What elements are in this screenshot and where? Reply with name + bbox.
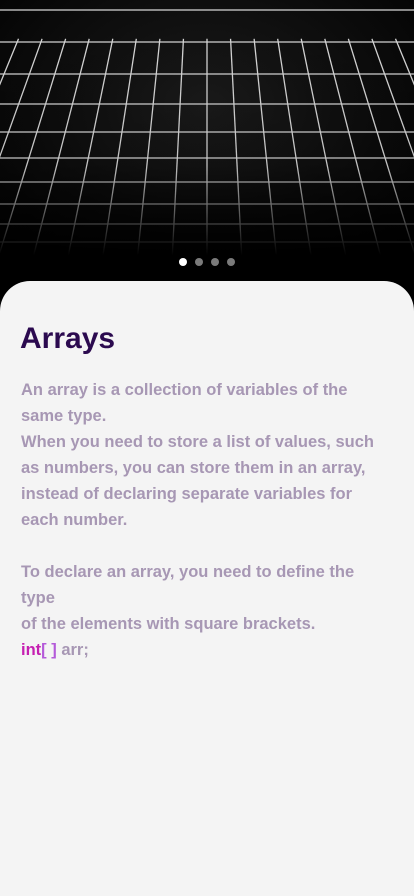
body-line: each number. (21, 511, 128, 529)
lesson-title: Arrays (20, 322, 116, 355)
hero-image (0, 0, 414, 300)
body-line: To declare an array, you need to define … (21, 563, 355, 607)
body-line: of the elements with square brackets. (21, 615, 316, 633)
body-line: When you need to store a list of values,… (21, 433, 374, 451)
body-line: same type. (21, 407, 107, 425)
page-indicator (0, 258, 414, 266)
code-brackets: [ ] (41, 641, 57, 659)
page-dot-1[interactable] (179, 258, 187, 266)
page-dot-4[interactable] (227, 258, 235, 266)
body-line: instead of declaring separate variables … (21, 485, 353, 503)
lesson-screen: Arrays An array is a collection of varia… (0, 0, 414, 896)
perspective-grid-icon (0, 0, 414, 300)
code-snippet: int[ ] arr; (21, 637, 89, 663)
code-keyword: int (21, 641, 42, 659)
code-identifier: arr; (56, 641, 89, 659)
page-dot-2[interactable] (195, 258, 203, 266)
lesson-body: An array is a collection of variables of… (21, 377, 381, 637)
body-line: An array is a collection of variables of… (21, 381, 348, 399)
body-line: as numbers, you can store them in an arr… (21, 459, 366, 477)
page-dot-3[interactable] (211, 258, 219, 266)
